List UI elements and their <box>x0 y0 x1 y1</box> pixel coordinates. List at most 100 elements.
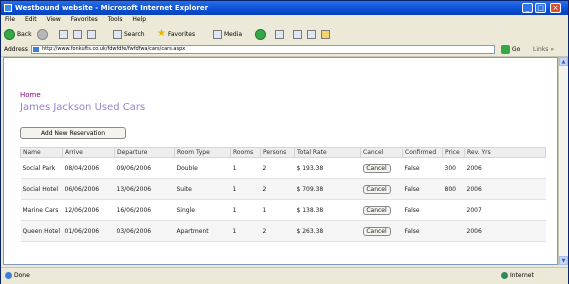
cell-year: 2007 <box>464 199 546 221</box>
cell-year: 2006 <box>464 220 546 242</box>
column-header[interactable]: Arrive <box>62 147 115 158</box>
refresh-button[interactable] <box>73 28 82 40</box>
page-status-icon <box>5 272 12 279</box>
home-icon <box>87 29 96 39</box>
scroll-up-icon[interactable]: ▲ <box>559 57 568 66</box>
cell-price: 300 <box>442 157 465 179</box>
cell-rooms: 1 <box>230 199 261 221</box>
cell-total: $ 138.38 <box>294 199 361 221</box>
cancel-button[interactable]: Cancel <box>362 184 391 194</box>
column-header[interactable]: Rev. Yrs <box>464 147 546 158</box>
scroll-down-icon[interactable]: ▼ <box>559 256 568 265</box>
table-header-row: Name Arrive Departure Room Type Rooms Pe… <box>20 147 546 158</box>
cell-confirmed: False <box>402 220 443 242</box>
column-header[interactable]: Room Type <box>174 147 231 158</box>
cell-room-type: Single <box>174 199 231 221</box>
history-icon <box>255 28 266 40</box>
home-link[interactable]: Home <box>20 91 41 99</box>
cell-cancel: Cancel <box>360 199 403 221</box>
back-label: Back <box>17 30 32 38</box>
cell-departure: 03/06/2006 <box>114 220 175 242</box>
page-content: Home James Jackson Used Cars Add New Res… <box>3 57 558 265</box>
cell-departure: 16/06/2006 <box>114 199 175 221</box>
column-header[interactable]: Rooms <box>230 147 261 158</box>
cancel-button[interactable]: Cancel <box>362 163 391 173</box>
cell-name: Social Hotel <box>20 178 63 200</box>
cancel-button[interactable]: Cancel <box>362 226 391 236</box>
column-header[interactable]: Persons <box>260 147 295 158</box>
menu-view[interactable]: View <box>43 15 65 24</box>
maximize-button[interactable]: □ <box>535 3 546 13</box>
minimize-button[interactable]: _ <box>522 3 533 13</box>
media-icon <box>213 29 222 39</box>
column-header[interactable]: Cancel <box>360 147 403 158</box>
cell-room-type: Suite <box>174 178 231 200</box>
cell-departure: 09/06/2006 <box>114 157 175 179</box>
cell-year: 2006 <box>464 178 546 200</box>
page-title: James Jackson Used Cars <box>20 102 146 113</box>
column-header[interactable]: Name <box>20 147 63 158</box>
column-header[interactable]: Price <box>442 147 465 158</box>
cancel-button[interactable]: Cancel <box>362 205 391 215</box>
cell-name: Social Park <box>20 157 63 179</box>
menu-file[interactable]: File <box>1 15 19 24</box>
cell-price <box>442 199 465 221</box>
add-new-reservation-button[interactable]: Add New Reservation <box>20 127 126 139</box>
menu-favorites[interactable]: Favorites <box>67 15 102 24</box>
cell-rooms: 1 <box>230 157 261 179</box>
go-label: Go <box>512 46 521 53</box>
page-icon <box>33 47 39 52</box>
folder-button[interactable] <box>321 28 330 40</box>
window-title: Westbound website - Microsoft Internet E… <box>15 4 209 12</box>
internet-globe-icon <box>501 272 508 279</box>
column-header[interactable]: Confirmed <box>402 147 443 158</box>
print-button[interactable] <box>293 28 302 40</box>
title-bar: Westbound website - Microsoft Internet E… <box>1 1 568 15</box>
close-button[interactable]: × <box>550 3 561 13</box>
cell-name: Queen Hotel <box>20 220 63 242</box>
cell-confirmed: False <box>402 199 443 221</box>
favorites-star-icon: ★ <box>157 28 166 39</box>
search-button[interactable]: Search <box>113 28 145 40</box>
column-header[interactable]: Departure <box>114 147 175 158</box>
cell-confirmed: False <box>402 178 443 200</box>
cell-total: $ 709.38 <box>294 178 361 200</box>
column-header[interactable]: Total Rate <box>294 147 361 158</box>
menu-edit[interactable]: Edit <box>21 15 41 24</box>
refresh-icon <box>73 29 82 39</box>
forward-button[interactable] <box>37 28 48 40</box>
cell-arrive: 06/06/2006 <box>62 178 115 200</box>
cell-rooms: 1 <box>230 178 261 200</box>
cell-arrive: 01/06/2006 <box>62 220 115 242</box>
status-text: Done <box>14 272 30 279</box>
print-icon <box>293 29 302 39</box>
folder-icon <box>321 29 330 39</box>
cell-persons: 1 <box>260 199 295 221</box>
stop-button[interactable] <box>59 28 68 40</box>
history-button[interactable] <box>255 28 266 40</box>
favorites-label: Favorites <box>167 30 196 38</box>
mail-icon <box>275 29 284 39</box>
menu-tools[interactable]: Tools <box>104 15 127 24</box>
security-zone: Internet <box>501 272 534 279</box>
status-bar: Done Internet <box>1 267 568 284</box>
cell-price <box>442 220 465 242</box>
go-button[interactable]: Go <box>501 45 520 54</box>
zone-text: Internet <box>510 272 534 279</box>
back-button[interactable]: Back <box>4 28 32 40</box>
mail-button[interactable] <box>275 28 284 40</box>
cell-arrive: 12/06/2006 <box>62 199 115 221</box>
address-input[interactable]: http://www.fonkufts.co.uk/fdwfdfe/fwfdfw… <box>31 45 495 54</box>
table-row: Social Park 08/04/2006 09/06/2006 Double… <box>20 157 546 179</box>
vertical-scrollbar[interactable]: ▲ ▼ <box>558 57 568 265</box>
home-button[interactable] <box>87 28 96 40</box>
favorites-button[interactable]: ★ Favorites <box>157 28 195 40</box>
media-button[interactable]: Media <box>213 28 242 40</box>
links-button[interactable]: Links » <box>533 46 554 53</box>
edit-button[interactable] <box>307 28 316 40</box>
search-icon <box>113 29 122 39</box>
media-label: Media <box>224 30 243 38</box>
cell-year: 2006 <box>464 157 546 179</box>
menu-help[interactable]: Help <box>128 15 150 24</box>
cell-cancel: Cancel <box>360 157 403 179</box>
